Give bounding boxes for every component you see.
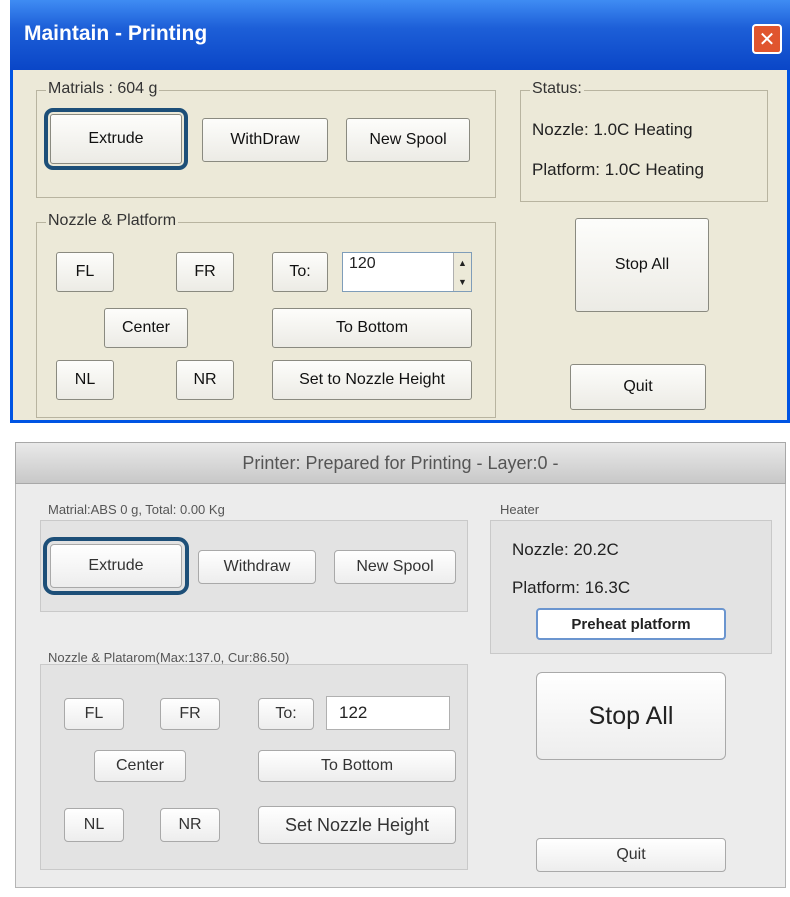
center-button[interactable]: Center <box>94 750 186 782</box>
heater-label: Heater <box>500 502 540 517</box>
set-nozzle-height-button[interactable]: Set Nozzle Height <box>258 806 456 844</box>
center-button[interactable]: Center <box>104 308 188 348</box>
spin-up-icon[interactable]: ▲ <box>454 253 471 272</box>
spinner-arrows[interactable]: ▲ ▼ <box>453 253 471 291</box>
new-spool-button[interactable]: New Spool <box>346 118 470 162</box>
new-spool-button[interactable]: New Spool <box>334 550 456 584</box>
status-group <box>520 90 768 202</box>
stop-all-button[interactable]: Stop All <box>575 218 709 312</box>
quit-button[interactable]: Quit <box>570 364 706 410</box>
nozzle-platform-label: Nozzle & Platarom(Max:137.0, Cur:86.50) <box>48 650 290 665</box>
platform-temp-readout: Platform: 16.3C <box>512 578 631 597</box>
nr-button[interactable]: NR <box>160 808 220 842</box>
nr-button[interactable]: NR <box>176 360 234 400</box>
nl-button[interactable]: NL <box>64 808 124 842</box>
nl-button[interactable]: NL <box>56 360 114 400</box>
extrude-button[interactable]: Extrude <box>43 537 189 595</box>
close-icon[interactable]: ✕ <box>752 24 782 54</box>
to-button[interactable]: To: <box>258 698 314 730</box>
maintain-window-title: Maintain - Printing <box>24 22 208 45</box>
quit-button[interactable]: Quit <box>536 838 726 872</box>
nozzle-temp-readout: Nozzle: 20.2C <box>512 540 619 559</box>
material-label: Matrial:ABS 0 g, Total: 0.00 Kg <box>48 502 225 517</box>
platform-temp-status: Platform: 1.0C Heating <box>532 160 704 179</box>
nozzle-platform-label: Nozzle & Platform <box>46 212 179 230</box>
spin-down-icon[interactable]: ▼ <box>454 272 471 291</box>
fl-button[interactable]: FL <box>64 698 124 730</box>
withdraw-button[interactable]: Withdraw <box>198 550 316 584</box>
fr-button[interactable]: FR <box>176 252 234 292</box>
materials-label: Matrials : 604 g <box>46 80 160 98</box>
to-height-input[interactable]: 122 <box>326 696 450 730</box>
extrude-button[interactable]: Extrude <box>44 108 188 170</box>
nozzle-temp-status: Nozzle: 1.0C Heating <box>532 120 693 139</box>
withdraw-button[interactable]: WithDraw <box>202 118 328 162</box>
fr-button[interactable]: FR <box>160 698 220 730</box>
to-bottom-button[interactable]: To Bottom <box>258 750 456 782</box>
to-height-value: 120 <box>349 255 376 272</box>
to-bottom-button[interactable]: To Bottom <box>272 308 472 348</box>
stop-all-button[interactable]: Stop All <box>536 672 726 760</box>
set-to-nozzle-height-button[interactable]: Set to Nozzle Height <box>272 360 472 400</box>
printer-window-title: Printer: Prepared for Printing - Layer:0… <box>242 453 559 473</box>
to-button[interactable]: To: <box>272 252 328 292</box>
status-label: Status: <box>530 80 584 98</box>
preheat-platform-button[interactable]: Preheat platform <box>536 608 726 640</box>
to-height-spinner[interactable]: 120 ▲ ▼ <box>342 252 472 292</box>
fl-button[interactable]: FL <box>56 252 114 292</box>
